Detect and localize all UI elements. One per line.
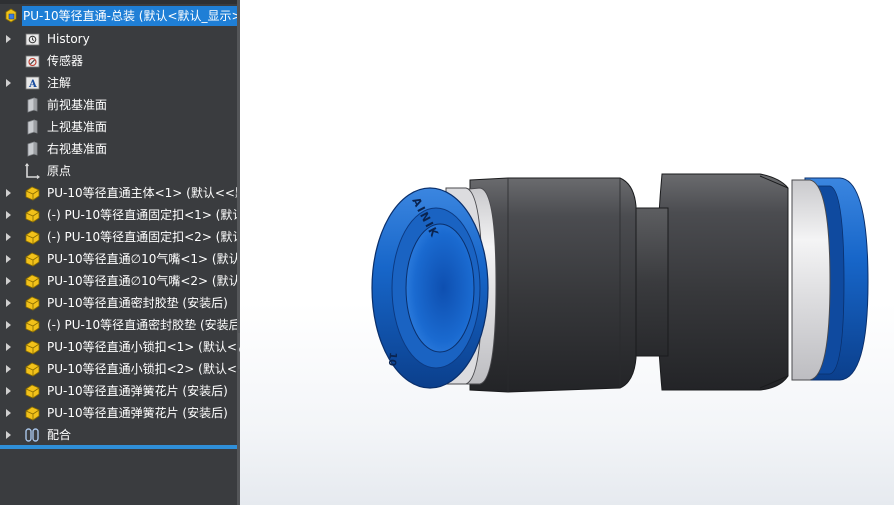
sensor-icon xyxy=(24,53,41,69)
tree-item[interactable]: 配合 xyxy=(0,424,240,446)
right-body xyxy=(656,173,789,391)
tree-item-label: PU-10等径直通弹簧花片 (安装后) xyxy=(47,384,228,398)
part-icon xyxy=(24,361,41,377)
tree-item-label: PU-10等径直通弹簧花片 (安装后) xyxy=(47,406,228,420)
assembly-icon xyxy=(3,8,20,24)
tree-item[interactable]: 原点 xyxy=(0,160,240,182)
expand-arrow-icon[interactable] xyxy=(6,387,11,395)
tree-item-label: 前视基准面 xyxy=(47,98,108,112)
expand-arrow-icon[interactable] xyxy=(6,299,11,307)
tree-item-label: PU-10等径直通-总装 (默认<默认_显示> xyxy=(22,6,240,26)
origin-icon xyxy=(24,163,41,179)
expand-arrow-icon[interactable] xyxy=(6,233,11,241)
tree-item[interactable]: PU-10等径直通密封胶垫 (安装后) xyxy=(0,292,240,314)
tree-root-assembly[interactable]: PU-10等径直通-总装 (默认<默认_显示> xyxy=(0,5,240,27)
part-icon xyxy=(24,339,41,355)
tree-item-label: PU-10等径直通小锁扣<2> (默认<< xyxy=(47,362,240,376)
svg-text:A: A xyxy=(28,79,37,90)
mates-icon xyxy=(24,427,41,443)
feature-manager-tree: PU-10等径直通-总装 (默认<默认_显示> History 传感器 A 注解前视基准… xyxy=(0,0,240,505)
tree-item[interactable]: 上视基准面 xyxy=(0,116,240,138)
expand-arrow-icon[interactable] xyxy=(6,277,11,285)
tree-item-label: History xyxy=(47,32,90,46)
annotation-icon: A xyxy=(24,75,41,91)
tree-item[interactable]: PU-10等径直通弹簧花片 (安装后) xyxy=(0,380,240,402)
tree-item-label: PU-10等径直通主体<1> (默认<<默 xyxy=(47,186,240,200)
tree-item[interactable]: History xyxy=(0,28,240,50)
part-icon xyxy=(24,207,41,223)
part-icon xyxy=(24,229,41,245)
collet-size-text: 10 xyxy=(386,352,398,367)
tree-item[interactable]: PU-10等径直通∅10气嘴<2> (默认 xyxy=(0,270,240,292)
part-icon xyxy=(24,295,41,311)
tree-item[interactable]: 前视基准面 xyxy=(0,94,240,116)
tree-item-label: PU-10等径直通密封胶垫 (安装后) xyxy=(47,296,228,310)
tree-item[interactable]: 右视基准面 xyxy=(0,138,240,160)
plane-icon xyxy=(24,119,41,135)
tree-item[interactable]: PU-10等径直通∅10气嘴<1> (默认 xyxy=(0,248,240,270)
model-3d-view[interactable]: AINIK 10 xyxy=(240,0,894,505)
tree-item[interactable]: PU-10等径直通主体<1> (默认<<默 xyxy=(0,182,240,204)
expand-arrow-icon[interactable] xyxy=(6,321,11,329)
tree-item-label: 原点 xyxy=(47,164,72,178)
expand-arrow-icon[interactable] xyxy=(6,365,11,373)
part-icon xyxy=(24,383,41,399)
tree-item[interactable]: 传感器 xyxy=(0,50,240,72)
tree-item[interactable]: PU-10等径直通弹簧花片 (安装后) xyxy=(0,402,240,424)
tree-item[interactable]: (-) PU-10等径直通固定扣<2> (默认 xyxy=(0,226,240,248)
tree-item-label: 上视基准面 xyxy=(47,120,108,134)
tree-item[interactable]: (-) PU-10等径直通密封胶垫 (安装后 xyxy=(0,314,240,336)
tree-item-label: PU-10等径直通小锁扣<1> (默认<< xyxy=(47,340,240,354)
part-icon xyxy=(24,185,41,201)
tree-item[interactable]: (-) PU-10等径直通固定扣<1> (默认 xyxy=(0,204,240,226)
plane-icon xyxy=(24,97,41,113)
expand-arrow-icon[interactable] xyxy=(6,189,11,197)
expand-arrow-icon[interactable] xyxy=(6,431,11,439)
tree-item-label: 注解 xyxy=(47,76,72,90)
expand-arrow-icon[interactable] xyxy=(6,343,11,351)
left-collet-bore xyxy=(405,223,475,353)
part-icon xyxy=(24,317,41,333)
graphics-viewport[interactable]: AINIK 10 xyxy=(240,0,894,505)
tree-item-label: (-) PU-10等径直通固定扣<2> (默认 xyxy=(47,230,240,244)
expand-arrow-icon[interactable] xyxy=(6,255,11,263)
tree-item-label: (-) PU-10等径直通固定扣<1> (默认 xyxy=(47,208,240,222)
plane-icon xyxy=(24,141,41,157)
expand-arrow-icon[interactable] xyxy=(6,79,11,87)
tree-item-label: PU-10等径直通∅10气嘴<2> (默认 xyxy=(47,274,240,288)
tree-item-label: PU-10等径直通∅10气嘴<1> (默认 xyxy=(47,252,240,266)
tree-top-border xyxy=(0,0,240,4)
expand-arrow-icon[interactable] xyxy=(6,409,11,417)
tree-item-label: 配合 xyxy=(47,428,72,442)
tree-item-label: (-) PU-10等径直通密封胶垫 (安装后 xyxy=(47,318,240,332)
tree-item[interactable]: A 注解 xyxy=(0,72,240,94)
part-icon xyxy=(24,273,41,289)
tree-rollback-bar[interactable] xyxy=(0,445,237,449)
part-icon xyxy=(24,405,41,421)
history-folder-icon xyxy=(24,31,41,47)
fitting-model[interactable]: AINIK 10 xyxy=(371,173,869,393)
tree-item-label: 右视基准面 xyxy=(47,142,108,156)
right-seal-ring xyxy=(791,179,831,381)
tree-item[interactable]: PU-10等径直通小锁扣<2> (默认<< xyxy=(0,358,240,380)
part-icon xyxy=(24,251,41,267)
tree-item-label: 传感器 xyxy=(47,54,84,68)
expand-arrow-icon[interactable] xyxy=(6,35,11,43)
expand-arrow-icon[interactable] xyxy=(6,211,11,219)
tree-item[interactable]: PU-10等径直通小锁扣<1> (默认<< xyxy=(0,336,240,358)
